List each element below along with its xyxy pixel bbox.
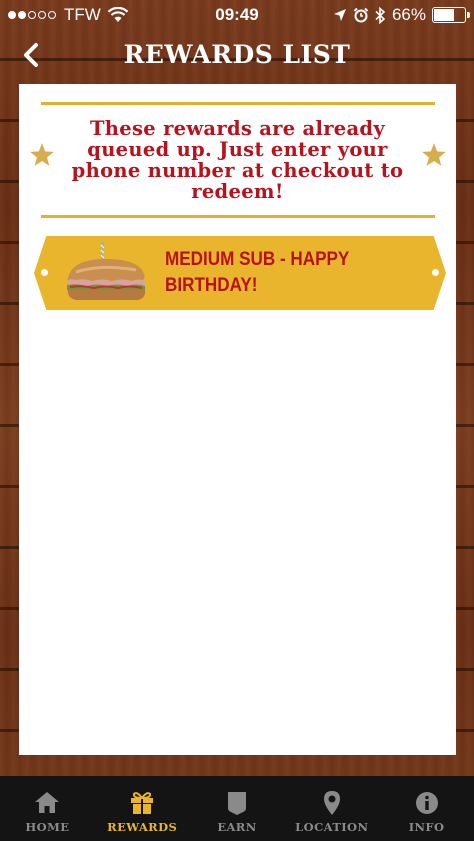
rewards-message: These rewards are already queued up. Jus… xyxy=(71,117,404,203)
tab-label: REWARDS xyxy=(107,820,178,834)
divider-bottom xyxy=(41,215,435,218)
map-pin-icon xyxy=(323,791,340,815)
tab-info[interactable]: INFO xyxy=(379,776,474,841)
header: REWARDS LIST xyxy=(0,32,474,82)
reward-item[interactable]: MEDIUM SUB - HAPPY BIRTHDAY! xyxy=(34,236,446,310)
tab-home[interactable]: HOME xyxy=(0,776,95,841)
battery-percent: 66% xyxy=(391,5,426,24)
star-icon xyxy=(422,143,446,166)
ribbon-dot xyxy=(432,269,439,276)
ribbon-dot xyxy=(41,269,48,276)
battery-icon xyxy=(432,7,470,23)
location-arrow-icon xyxy=(333,9,346,21)
tab-label: INFO xyxy=(408,820,445,834)
alarm-icon xyxy=(353,7,369,23)
home-icon xyxy=(35,792,60,813)
sandwich-with-candle-icon xyxy=(67,242,146,300)
star-icon xyxy=(30,143,54,166)
divider-top xyxy=(41,102,435,105)
tab-earn[interactable]: EARN xyxy=(190,776,285,841)
tab-bar: HOME REWARDS EARN LOCATION INFO xyxy=(0,776,474,841)
tab-rewards[interactable]: REWARDS xyxy=(95,776,190,841)
tab-location[interactable]: LOCATION xyxy=(284,776,379,841)
gift-icon xyxy=(131,792,154,814)
tab-label: EARN xyxy=(217,820,257,834)
tab-label: HOME xyxy=(25,820,70,834)
info-icon xyxy=(415,792,438,814)
status-bar: TFW 09:49 66% xyxy=(0,0,474,32)
bluetooth-icon xyxy=(375,6,386,24)
page-title: REWARDS LIST xyxy=(123,40,351,69)
status-right: 66% xyxy=(333,5,470,25)
card-icon xyxy=(227,792,246,815)
reward-label: MEDIUM SUB - HAPPY BIRTHDAY! xyxy=(165,249,350,296)
tab-label: LOCATION xyxy=(295,820,369,834)
rewards-card: These rewards are already queued up. Jus… xyxy=(19,84,456,755)
